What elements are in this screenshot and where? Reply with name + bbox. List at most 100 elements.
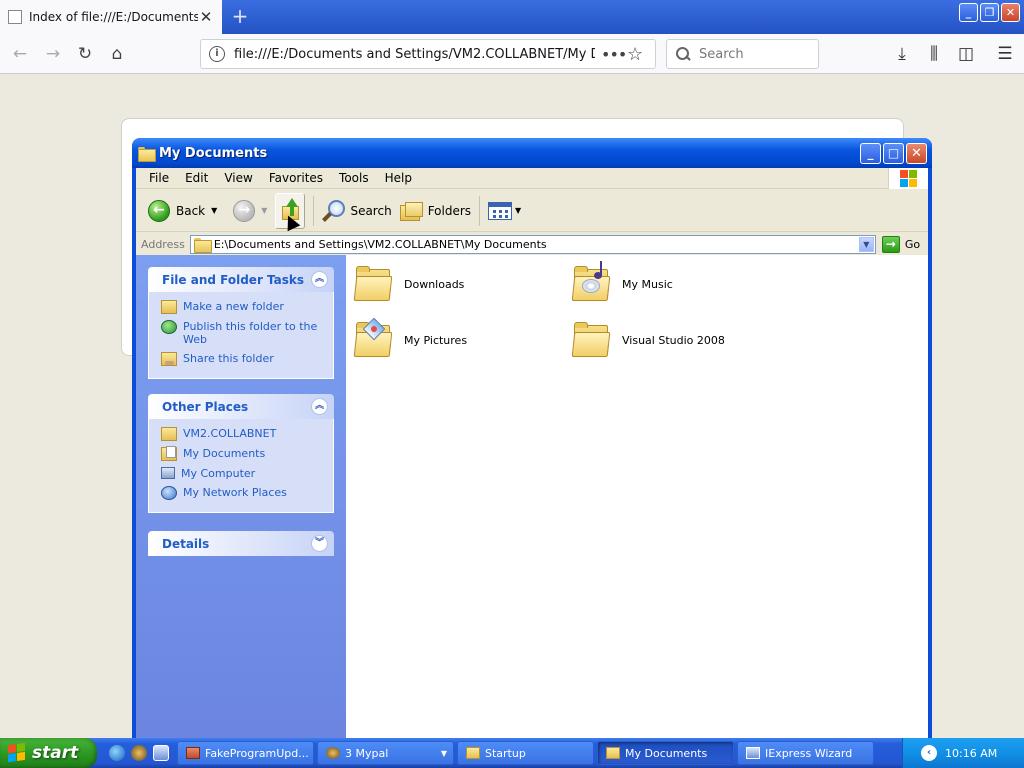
task-label[interactable]: Make a new folder <box>183 300 284 313</box>
place-my-documents[interactable]: My Documents <box>161 446 323 461</box>
taskbar: start FakeProgramUpd... 3 Mypal ▼ Startu… <box>0 738 1024 768</box>
file-item-downloads[interactable]: Downloads <box>353 265 464 303</box>
mypal-icon[interactable] <box>131 745 147 761</box>
folders-button[interactable]: Folders <box>396 193 475 229</box>
forward-dropdown-icon[interactable]: ▼ <box>261 206 267 215</box>
back-arrow-icon[interactable]: ← <box>8 42 32 66</box>
file-item-visual-studio-2008[interactable]: Visual Studio 2008 <box>571 321 725 359</box>
menu-help[interactable]: Help <box>377 171 420 185</box>
collapse-icon[interactable]: ︽ <box>311 398 328 415</box>
library-icon[interactable]: ⫼ <box>922 42 946 66</box>
internet-explorer-icon[interactable] <box>109 745 125 761</box>
page-icon <box>8 10 22 24</box>
bookmark-star-icon[interactable]: ☆ <box>627 44 647 65</box>
views-button[interactable]: ▼ <box>484 193 525 229</box>
restore-button[interactable]: ❐ <box>980 3 999 22</box>
start-label: start <box>32 743 79 763</box>
address-input[interactable]: E:\Documents and Settings\VM2.COLLABNET\… <box>189 234 876 254</box>
search-input[interactable]: Search <box>666 39 819 69</box>
computer-icon <box>161 467 175 479</box>
menu-tools[interactable]: Tools <box>331 171 377 185</box>
go-button[interactable]: → Go <box>881 235 920 253</box>
maximize-button[interactable]: □ <box>883 143 904 164</box>
taskbar-button-fakeprogram[interactable]: FakeProgramUpd... <box>177 741 314 765</box>
menu-file[interactable]: File <box>141 171 177 185</box>
back-label: Back <box>176 203 206 218</box>
folder-icon <box>606 747 620 759</box>
panel-header[interactable]: File and Folder Tasks ︽ <box>148 267 334 292</box>
close-button[interactable]: ✕ <box>906 143 927 164</box>
task-share-folder[interactable]: Share this folder <box>161 352 323 366</box>
close-button[interactable]: ✕ <box>1001 3 1020 22</box>
address-value[interactable]: E:\Documents and Settings\VM2.COLLABNET\… <box>214 238 547 251</box>
folder-icon <box>193 237 212 253</box>
page-actions-icon[interactable]: ••• <box>601 45 627 64</box>
place-label[interactable]: My Documents <box>183 447 265 460</box>
clock[interactable]: 10:16 AM <box>945 747 997 760</box>
menu-bar: File Edit View Favorites Tools Help <box>136 168 928 189</box>
search-icon <box>675 46 691 62</box>
address-label: Address <box>141 237 185 251</box>
task-publish-to-web[interactable]: Publish this folder to the Web <box>161 320 323 346</box>
downloads-icon[interactable]: ⤓ <box>890 42 914 66</box>
expand-icon[interactable]: ︾ <box>311 535 328 552</box>
menu-view[interactable]: View <box>216 171 260 185</box>
explorer-title-bar[interactable]: My Documents _ □ ✕ <box>132 138 932 168</box>
file-folder-tasks-panel: File and Folder Tasks ︽ Make a new folde… <box>148 267 334 379</box>
address-dropdown-icon[interactable]: ▼ <box>858 236 874 252</box>
home-icon[interactable]: ⌂ <box>105 42 129 66</box>
taskbar-button-label: Startup <box>485 746 526 760</box>
browser-tab[interactable]: Index of file:///E:/Documents and Settin… <box>0 0 222 34</box>
place-my-network-places[interactable]: My Network Places <box>161 486 323 500</box>
place-vm2-collabnet[interactable]: VM2.COLLABNET <box>161 427 323 441</box>
back-dropdown-icon[interactable]: ▼ <box>211 206 217 215</box>
start-button[interactable]: start <box>0 738 97 768</box>
globe-icon <box>161 320 177 334</box>
windows-logo-icon <box>8 742 26 764</box>
taskbar-button-startup[interactable]: Startup <box>457 741 594 765</box>
url-text[interactable]: file:///E:/Documents and Settings/VM2.CO… <box>234 47 595 62</box>
place-label[interactable]: VM2.COLLABNET <box>183 427 276 440</box>
app-shortcut-icon[interactable] <box>153 745 169 761</box>
forward-button[interactable]: → ▼ <box>229 193 271 229</box>
file-item-my-music[interactable]: My Music <box>571 261 673 303</box>
explorer-body: File Edit View Favorites Tools Help ← Ba… <box>136 168 928 738</box>
reload-icon[interactable]: ↻ <box>73 42 97 66</box>
place-my-computer[interactable]: My Computer <box>161 467 323 480</box>
task-label[interactable]: Publish this folder to the Web <box>183 320 323 346</box>
taskbar-button-label: My Documents <box>625 746 708 760</box>
panel-header[interactable]: Details ︾ <box>148 531 334 556</box>
panel-header[interactable]: Other Places ︽ <box>148 394 334 419</box>
task-make-new-folder[interactable]: Make a new folder <box>161 300 323 314</box>
new-tab-button[interactable]: + <box>228 6 252 28</box>
forward-arrow-icon[interactable]: → <box>41 42 65 66</box>
menu-favorites[interactable]: Favorites <box>261 171 331 185</box>
info-icon[interactable]: i <box>209 46 225 62</box>
search-button[interactable]: Search <box>318 193 395 229</box>
panel-body: Make a new folder Publish this folder to… <box>148 292 334 379</box>
collapse-icon[interactable]: ︽ <box>311 271 328 288</box>
taskbar-button-my-documents[interactable]: My Documents <box>597 741 734 765</box>
show-hidden-icons-icon[interactable]: ‹ <box>921 745 937 761</box>
cd-badge <box>582 279 600 293</box>
taskbar-button-iexpress[interactable]: IExpress Wizard <box>737 741 874 765</box>
sidebar-icon[interactable]: ◫ <box>954 42 978 66</box>
folder-icon <box>353 265 394 303</box>
folders-label: Folders <box>427 203 472 218</box>
file-item-my-pictures[interactable]: My Pictures <box>353 317 467 359</box>
url-bar[interactable]: i file:///E:/Documents and Settings/VM2.… <box>200 39 656 69</box>
forward-arrow-icon: → <box>233 199 256 222</box>
minimize-button[interactable]: _ <box>959 3 978 22</box>
views-icon <box>488 201 513 220</box>
close-tab-icon[interactable]: ✕ <box>198 8 214 26</box>
menu-icon[interactable]: ☰ <box>993 42 1017 66</box>
task-label[interactable]: Share this folder <box>183 352 274 365</box>
window-title: My Documents <box>159 145 268 161</box>
menu-edit[interactable]: Edit <box>177 171 216 185</box>
minimize-button[interactable]: _ <box>860 143 881 164</box>
back-button[interactable]: ← Back ▼ <box>144 193 221 229</box>
taskbar-button-mypal[interactable]: 3 Mypal ▼ <box>317 741 454 765</box>
folder-tab <box>356 266 370 272</box>
place-label[interactable]: My Network Places <box>183 486 287 499</box>
place-label[interactable]: My Computer <box>181 467 255 480</box>
